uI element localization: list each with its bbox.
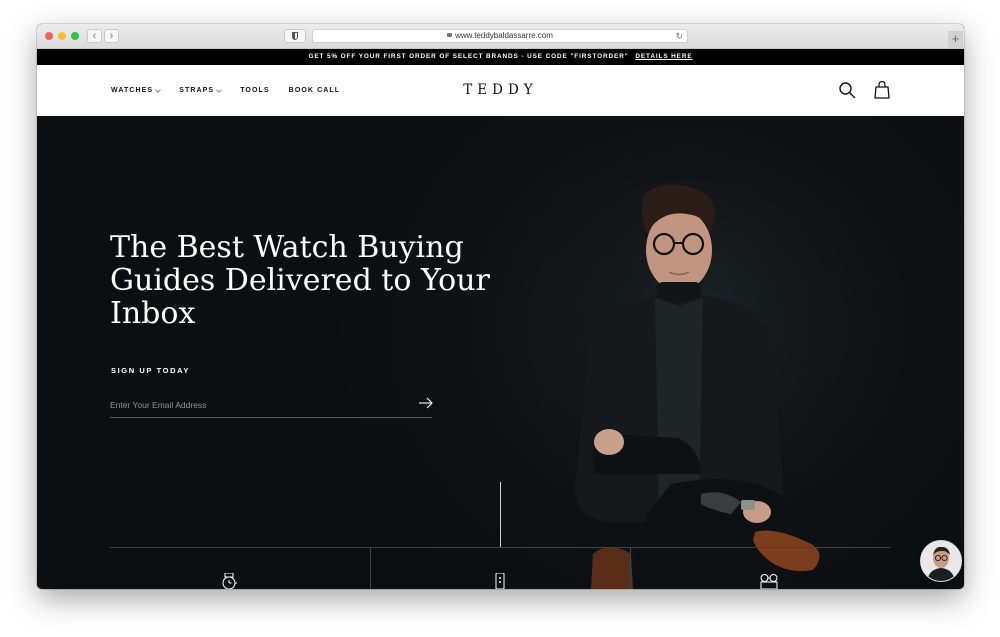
promo-text: GET 5% OFF YOUR FIRST ORDER OF SELECT BR… xyxy=(308,53,629,60)
lock-icon xyxy=(447,33,453,37)
chat-avatar-icon xyxy=(921,541,961,581)
new-tab-button[interactable]: + xyxy=(948,31,963,48)
feature-column-divider xyxy=(370,547,371,589)
chat-avatar-button[interactable] xyxy=(920,540,962,582)
hero-headline: The Best Watch Buying Guides Delivered t… xyxy=(110,230,490,331)
feature-column-divider xyxy=(630,547,631,589)
search-icon[interactable] xyxy=(838,81,856,99)
watch-icon xyxy=(222,573,237,589)
features-divider xyxy=(110,547,890,548)
hero-section: The Best Watch Buying Guides Delivered t… xyxy=(37,116,964,589)
promo-banner: GET 5% OFF YOUR FIRST ORDER OF SELECT BR… xyxy=(37,49,964,65)
shopping-bag-icon[interactable] xyxy=(873,80,891,99)
back-button[interactable]: ‹ xyxy=(87,29,102,43)
arrow-right-icon[interactable] xyxy=(418,396,434,410)
watch-strap-icon xyxy=(495,573,505,589)
url-text: www.teddybaldassarre.com xyxy=(455,31,553,40)
browser-window: ‹ › www.teddybaldassarre.com ↻ + GET 5% … xyxy=(37,24,964,589)
privacy-shield-icon[interactable] xyxy=(284,29,306,43)
promo-details-link[interactable]: DETAILS HERE xyxy=(635,53,692,60)
address-bar[interactable]: www.teddybaldassarre.com ↻ xyxy=(312,29,688,43)
glasses-icon xyxy=(760,574,778,589)
hero-portrait-image xyxy=(551,184,831,589)
browser-toolbar: ‹ › www.teddybaldassarre.com ↻ + xyxy=(37,24,964,49)
scroll-indicator-line xyxy=(500,482,501,547)
minimize-window-button[interactable] xyxy=(58,32,66,40)
site-logo[interactable]: TEDDY xyxy=(37,82,964,98)
site-header: WATCHES STRAPS TOOLS BOOK CALL TEDDY xyxy=(37,65,964,116)
email-input[interactable] xyxy=(110,393,432,418)
close-window-button[interactable] xyxy=(45,32,53,40)
reload-button[interactable]: ↻ xyxy=(675,30,683,42)
zoom-window-button[interactable] xyxy=(71,32,79,40)
forward-button[interactable]: › xyxy=(104,29,119,43)
signup-label: SIGN UP TODAY xyxy=(111,366,191,375)
